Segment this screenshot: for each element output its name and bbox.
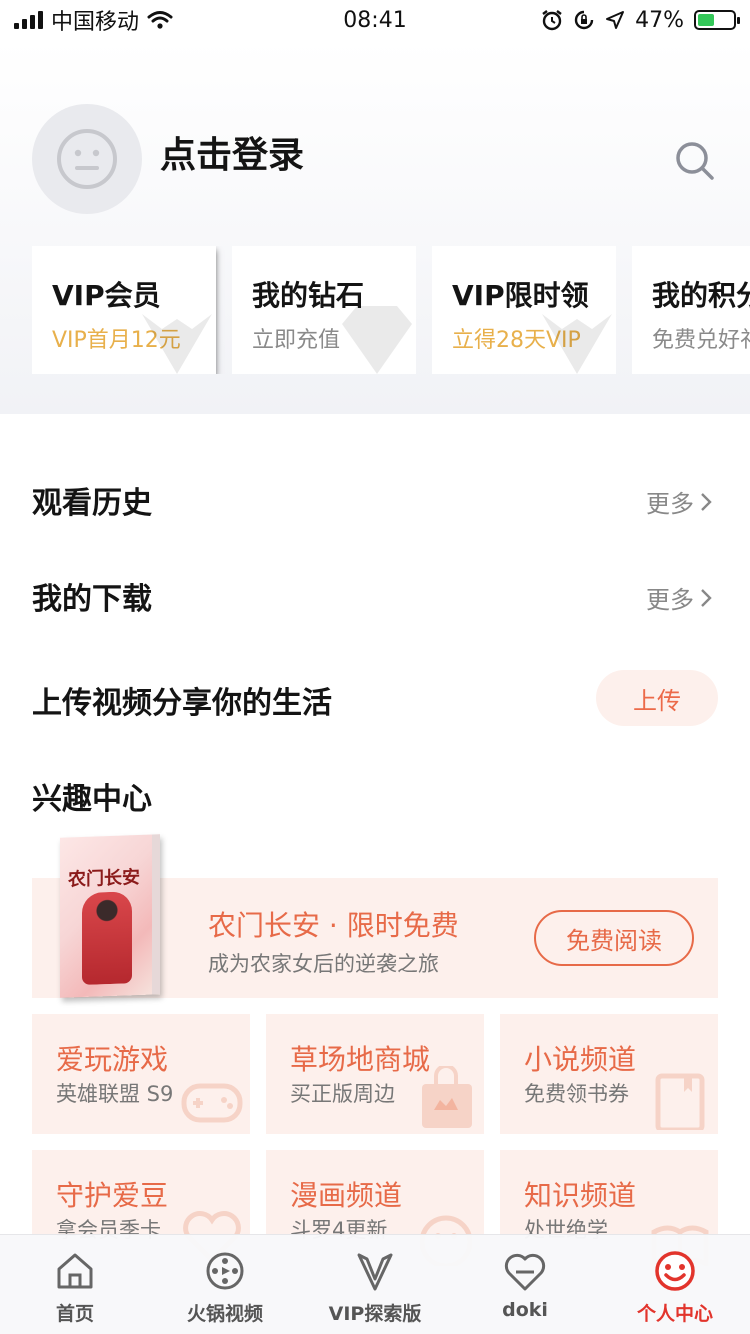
benefit-cards: VIP会员 VIP首月12元 我的钻石 立即充值 VIP限时领 立得28天VIP… (32, 246, 750, 374)
book-cover-figure (82, 891, 132, 985)
tile-subtitle: 英雄联盟 S9 (56, 1082, 174, 1106)
tab-hotpot-video[interactable]: 火锅视频 (150, 1235, 300, 1334)
location-arrow-icon (606, 11, 625, 29)
tab-label: 个人中心 (636, 1303, 713, 1325)
book-cover-image: 农门长安 (60, 834, 160, 998)
tile-subtitle: 买正版周边 (290, 1082, 395, 1106)
tab-label: 首页 (55, 1303, 94, 1325)
chevron-right-icon (701, 492, 712, 511)
shopping-bag-icon (422, 1066, 472, 1128)
battery-level (698, 14, 714, 26)
tab-vip-explore[interactable]: VIP探索版 (300, 1235, 450, 1334)
interest-center-title: 兴趣中心 (32, 782, 152, 817)
status-bar-left: 中国移动 (14, 4, 173, 36)
tile-shop[interactable]: 草场地商城 买正版周边 (266, 1014, 484, 1134)
login-link[interactable]: 点击登录 (160, 126, 304, 178)
card-my-diamonds[interactable]: 我的钻石 立即充值 (232, 246, 416, 374)
card-my-points[interactable]: 我的积分 免费兑好礼 (632, 246, 750, 374)
banner-title: 农门长安 · 限时免费 (208, 909, 459, 942)
tab-doki[interactable]: doki (450, 1235, 600, 1334)
tile-title: 小说频道 (524, 1043, 637, 1076)
search-button[interactable] (670, 136, 720, 186)
tile-title: 爱玩游戏 (56, 1043, 169, 1076)
more-label: 更多 (646, 490, 694, 518)
tile-title: 草场地商城 (290, 1043, 431, 1076)
book-icon (655, 1073, 705, 1130)
alarm-icon (542, 10, 562, 31)
book-cover-title: 农门长安 (68, 866, 140, 891)
status-bar-right: 47% (541, 7, 740, 33)
banner-subtitle: 成为农家女后的逆袭之旅 (208, 952, 439, 976)
vip-v-icon (357, 1253, 393, 1291)
battery-percent: 47% (635, 7, 684, 33)
fox-decoration-icon (142, 314, 212, 374)
watch-history-title: 观看历史 (32, 486, 152, 521)
tab-home[interactable]: 首页 (0, 1235, 150, 1334)
tab-profile[interactable]: 个人中心 (600, 1235, 750, 1334)
card-title: 我的积分 (652, 279, 750, 312)
profile-smile-icon (655, 1251, 695, 1291)
tab-label: 火锅视频 (186, 1303, 263, 1325)
card-vip-limited[interactable]: VIP限时领 立得28天VIP (432, 246, 616, 374)
downloads-title: 我的下载 (32, 582, 152, 617)
tile-subtitle: 免费领书券 (524, 1082, 629, 1106)
card-vip-member[interactable]: VIP会员 VIP首月12元 (32, 246, 216, 374)
watch-history-more-link[interactable]: 更多 (646, 484, 712, 519)
bottom-tab-bar: 首页 火锅视频 VIP探索版 doki 个人中心 (0, 1234, 750, 1334)
gamepad-icon (181, 1083, 243, 1123)
home-icon (57, 1253, 93, 1289)
fox-decoration-icon (542, 314, 612, 374)
rotation-lock-icon (574, 10, 594, 30)
free-read-button[interactable]: 免费阅读 (534, 910, 694, 966)
default-avatar-face-icon (57, 129, 117, 189)
upload-button[interactable]: 上传 (596, 670, 718, 726)
status-bar: 中国移动 08:41 47% (0, 0, 750, 40)
chevron-right-icon (701, 588, 712, 607)
search-icon (676, 142, 714, 180)
tile-title: 漫画频道 (290, 1179, 403, 1212)
tab-label: VIP探索版 (328, 1303, 422, 1325)
tile-title: 知识频道 (524, 1179, 637, 1212)
tile-games[interactable]: 爱玩游戏 英雄联盟 S9 (32, 1014, 250, 1134)
doki-heart-icon (504, 1253, 546, 1291)
avatar[interactable] (32, 104, 142, 214)
tab-label: doki (502, 1299, 548, 1321)
tile-novels[interactable]: 小说频道 免费领书券 (500, 1014, 718, 1134)
card-subtitle: 免费兑好礼 (652, 328, 750, 353)
film-reel-icon (206, 1252, 244, 1290)
more-label: 更多 (646, 586, 694, 614)
diamond-decoration-icon (342, 306, 412, 374)
downloads-more-link[interactable]: 更多 (646, 580, 712, 615)
cellular-signal-icon (14, 11, 43, 29)
tile-title: 守护爱豆 (56, 1179, 169, 1212)
wifi-icon (147, 11, 173, 29)
battery-icon (694, 10, 740, 30)
carrier-label: 中国移动 (51, 10, 140, 35)
upload-prompt-title: 上传视频分享你的生活 (32, 686, 332, 721)
